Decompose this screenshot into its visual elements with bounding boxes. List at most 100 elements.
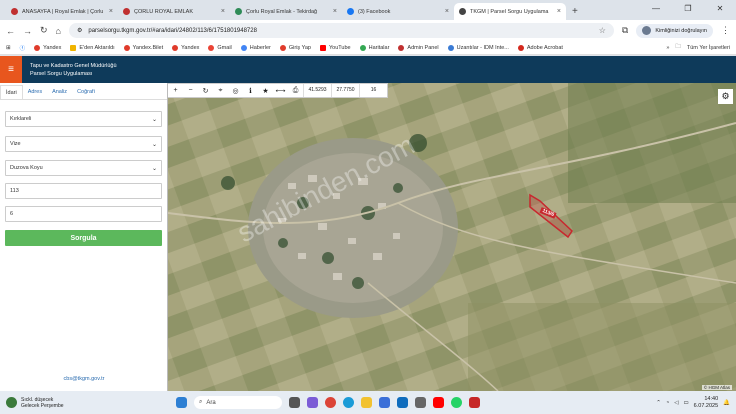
close-icon[interactable]: × xyxy=(333,8,337,15)
youtube-icon[interactable] xyxy=(433,397,444,408)
print-icon[interactable]: ⎙ xyxy=(288,84,303,97)
mail-icon[interactable] xyxy=(415,397,426,408)
antivirus-icon[interactable] xyxy=(469,397,480,408)
browser-tab-2[interactable]: ÇORLU ROYAL EMLAK × xyxy=(118,3,230,20)
zoom-out-icon[interactable]: − xyxy=(183,84,198,97)
volume-icon[interactable]: ◁ xyxy=(674,400,678,406)
hamburger-menu-icon[interactable]: ≡ xyxy=(0,56,22,83)
bookmark-item[interactable]: YouTube xyxy=(320,44,351,51)
task-view-icon[interactable] xyxy=(289,397,300,408)
back-icon[interactable]: ← xyxy=(6,26,15,36)
zoom-in-icon[interactable]: + xyxy=(168,84,183,97)
weather-widget[interactable]: Sıckl. düşecek Gelecek Perşembe xyxy=(6,397,176,409)
avatar xyxy=(642,26,652,35)
acrobat-icon xyxy=(517,44,524,51)
chevron-down-icon: ⌄ xyxy=(151,141,157,148)
close-icon[interactable]: × xyxy=(221,8,225,15)
chevron-down-icon: ⌄ xyxy=(151,165,157,172)
close-icon[interactable]: × xyxy=(557,8,561,15)
browser-tab-5-active[interactable]: TKGM | Parsel Sorgu Uygulama × xyxy=(454,3,566,20)
village-select[interactable]: Duzova Koyu ⌄ xyxy=(5,160,162,176)
zoom-level: 16 xyxy=(359,84,387,97)
profile-button[interactable]: Kimliğinizi doğrulayın xyxy=(636,23,713,38)
tab-adres[interactable]: Adres xyxy=(23,85,47,99)
yandex-icon xyxy=(123,44,130,51)
tab-cografi[interactable]: Coğrafi xyxy=(72,85,100,99)
admin-icon xyxy=(398,44,405,51)
site-info-icon[interactable]: ⚙ xyxy=(77,27,82,34)
bookmark-facebook-icon[interactable]: ⓕ xyxy=(20,44,26,52)
bookmark-item[interactable]: Admin Panel xyxy=(398,44,439,51)
bookmark-item[interactable]: Yandex xyxy=(172,44,199,51)
block-input[interactable]: 113 xyxy=(5,183,162,199)
close-icon[interactable]: × xyxy=(445,8,449,15)
taskbar-search[interactable]: ⌕ Ara xyxy=(194,396,282,409)
coord-x: 41.5293 xyxy=(303,84,331,97)
puzzle-icon xyxy=(447,44,454,51)
settings-gear-icon[interactable]: ⚙ xyxy=(718,89,733,104)
query-button[interactable]: Sorgula xyxy=(5,230,162,246)
yandex-icon xyxy=(34,44,41,51)
wifi-icon[interactable]: ◔ xyxy=(666,400,669,406)
app-title: Tapu ve Kadastro Genel Müdürlüğü Parsel … xyxy=(30,62,117,77)
more-menu-icon[interactable]: ⋮ xyxy=(721,25,730,36)
district-select[interactable]: Vize ⌄ xyxy=(5,136,162,152)
login-icon xyxy=(279,44,286,51)
outlook-icon[interactable] xyxy=(397,397,408,408)
favorite-star-icon[interactable]: ★ xyxy=(258,84,273,97)
url-text: parselsorgu.tkgm.gov.tr/#ara/idari/24802… xyxy=(88,27,257,34)
bookmark-item[interactable]: Yandex.Bilet xyxy=(123,44,163,51)
browser-tabbar: ANASAYFA | Royal Emlak | Çorlu × ÇORLU RO… xyxy=(0,0,736,20)
bookmark-item[interactable]: Yandex xyxy=(34,44,61,51)
browser-tab-4[interactable]: (3) Facebook × xyxy=(342,3,454,20)
battery-icon[interactable]: ▭ xyxy=(683,400,688,406)
forward-icon[interactable]: → xyxy=(23,26,32,36)
chrome-icon[interactable] xyxy=(325,397,336,408)
close-icon[interactable]: × xyxy=(109,8,113,15)
bookmark-star-icon[interactable]: ☆ xyxy=(599,26,606,35)
bookmark-item[interactable]: Haritalar xyxy=(359,44,389,51)
bookmark-item[interactable]: Uzantılar - IDM Inte... xyxy=(447,44,509,51)
chevron-up-icon[interactable]: ⌃ xyxy=(656,400,661,406)
tab-idari[interactable]: İdari xyxy=(0,85,23,99)
minimize-icon[interactable]: — xyxy=(640,0,672,18)
home-icon[interactable]: ⌂ xyxy=(56,26,61,36)
yandex-icon xyxy=(172,44,179,51)
chevron-right-icon[interactable]: » xyxy=(666,45,669,51)
tab-analiz[interactable]: Analiz xyxy=(47,85,72,99)
window-close-icon[interactable]: ✕ xyxy=(704,0,736,18)
satellite-map[interactable]: sahibinden.com 113/6 + − ↻ ⌖ ◎ ℹ ★ ⟷ ⎙ 4… xyxy=(168,83,736,391)
browser-tab-1[interactable]: ANASAYFA | Royal Emlak | Çorlu × xyxy=(6,3,118,20)
reload-icon[interactable]: ↻ xyxy=(40,25,48,36)
windows-start-icon[interactable] xyxy=(176,397,187,408)
province-select[interactable]: Kırklareli ⌄ xyxy=(5,111,162,127)
taskbar-apps: ⌕ Ara xyxy=(176,396,480,409)
extensions-icon[interactable]: ⧉ xyxy=(622,25,628,36)
copilot-icon[interactable] xyxy=(307,397,318,408)
contact-email-link[interactable]: cbs@tkgm.gov.tr xyxy=(0,376,168,382)
bookmark-item[interactable]: Giriş Yap xyxy=(279,44,311,51)
clock[interactable]: 14:40 6.07.2025 xyxy=(694,396,718,410)
notification-bell-icon[interactable]: 🔔 xyxy=(723,400,730,406)
bookmark-item[interactable]: Adobe Acrobat xyxy=(517,44,563,51)
file-explorer-icon[interactable] xyxy=(361,397,372,408)
parcel-input[interactable]: 6 xyxy=(5,206,162,222)
all-bookmarks-link[interactable]: Tüm Yer İşaretleri xyxy=(687,45,730,51)
measure-icon[interactable]: ⟷ xyxy=(273,84,288,97)
url-bar[interactable]: ⚙ parselsorgu.tkgm.gov.tr/#ara/idari/248… xyxy=(68,23,614,38)
target-icon[interactable]: ◎ xyxy=(228,84,243,97)
refresh-icon[interactable]: ↻ xyxy=(198,84,213,97)
bookmark-item[interactable]: Gmail xyxy=(208,44,232,51)
edge-icon[interactable] xyxy=(343,397,354,408)
store-icon[interactable] xyxy=(379,397,390,408)
info-icon[interactable]: ℹ xyxy=(243,84,258,97)
maximize-icon[interactable]: ❐ xyxy=(672,0,704,18)
folder-icon xyxy=(70,44,77,51)
whatsapp-icon[interactable] xyxy=(451,397,462,408)
bookmark-item[interactable]: Haberler xyxy=(240,44,271,51)
apps-grid-icon[interactable]: ⊞ xyxy=(6,45,11,51)
browser-tab-3[interactable]: Çorlu Royal Emlak - Tekirdağ × xyxy=(230,3,342,20)
bookmark-item[interactable]: E'den Aktarıldı xyxy=(70,44,115,51)
new-tab-icon[interactable]: + xyxy=(572,6,578,17)
locate-icon[interactable]: ⌖ xyxy=(213,84,228,97)
